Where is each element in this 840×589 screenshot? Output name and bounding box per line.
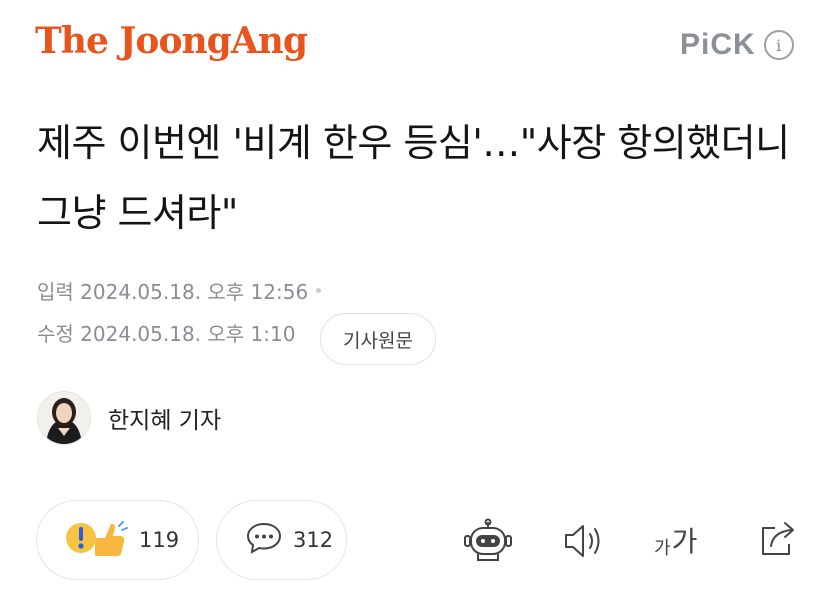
reporter-avatar[interactable] bbox=[37, 391, 91, 445]
font-size-large: 가 bbox=[671, 525, 698, 558]
pick-badge[interactable]: PiCK i bbox=[680, 28, 794, 62]
modified-label: 수정 bbox=[37, 322, 74, 346]
reaction-icon bbox=[65, 518, 129, 562]
modified-datetime: 2024.05.18. 오후 1:10 bbox=[80, 322, 296, 346]
font-size-small: 가 bbox=[654, 538, 671, 559]
original-article-button[interactable]: 기사원문 bbox=[320, 313, 436, 365]
comment-count: 312 bbox=[293, 528, 334, 552]
robot-summary-icon[interactable] bbox=[462, 518, 514, 568]
input-datetime: 2024.05.18. 오후 12:56 bbox=[80, 280, 309, 304]
published-time: 입력 2024.05.18. 오후 12:56 bbox=[37, 276, 322, 305]
pick-label: PiCK bbox=[680, 28, 756, 61]
comment-button[interactable]: 312 bbox=[216, 500, 347, 580]
like-count: 119 bbox=[139, 528, 180, 552]
reaction-button[interactable]: 119 bbox=[36, 500, 199, 580]
font-size-icon[interactable]: 가가 bbox=[654, 520, 697, 560]
article-headline: 제주 이번엔 '비계 한우 등심'…"사장 항의했더니 그냥 드셔라" bbox=[37, 121, 790, 235]
comment-icon bbox=[245, 521, 283, 559]
separator-dot bbox=[316, 288, 322, 293]
share-icon[interactable] bbox=[757, 516, 801, 564]
info-icon[interactable]: i bbox=[763, 30, 794, 60]
reporter-name[interactable]: 한지혜 기자 bbox=[108, 401, 221, 435]
site-logo[interactable]: The JoongAng bbox=[35, 20, 308, 62]
modified-time: 수정 2024.05.18. 오후 1:10 bbox=[37, 318, 295, 347]
input-label: 입력 bbox=[37, 280, 74, 304]
reporter-info[interactable]: 한지혜 기자 bbox=[37, 391, 221, 445]
speaker-icon[interactable] bbox=[561, 520, 607, 566]
